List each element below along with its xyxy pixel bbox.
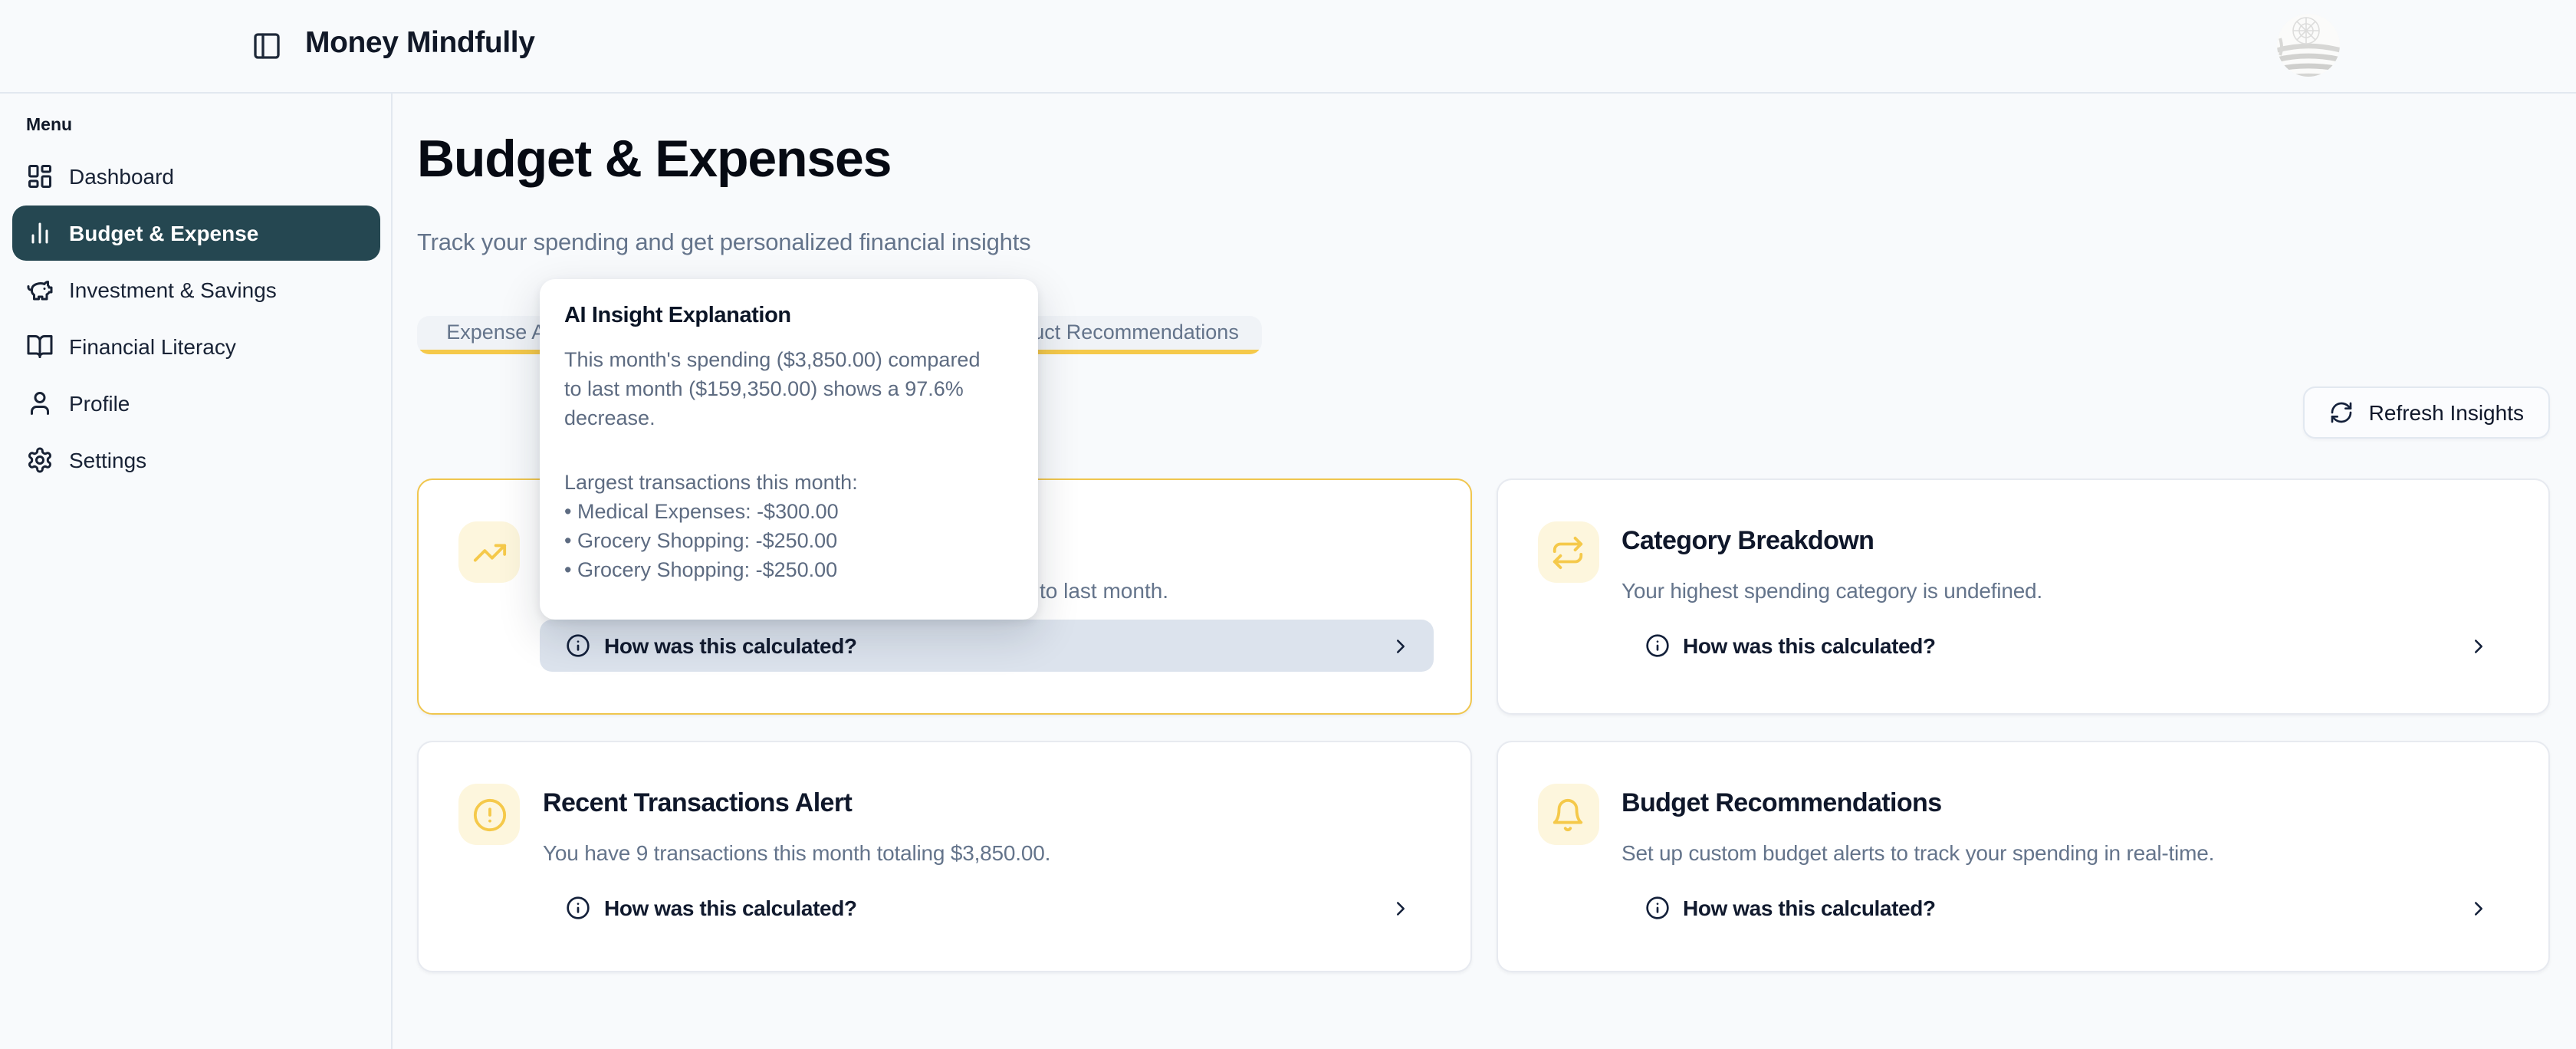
- card-title: Recent Transactions Alert: [543, 787, 1430, 820]
- card-text: Category Breakdown Your highest spending…: [1622, 524, 2509, 607]
- info-icon: [1644, 896, 1669, 920]
- sidebar-item-label: Budget & Expense: [69, 221, 258, 245]
- sidebar-item-profile[interactable]: Profile: [12, 376, 380, 431]
- user-icon: [26, 390, 54, 417]
- refresh-insights-button[interactable]: Refresh Insights: [2303, 386, 2550, 439]
- layout-dashboard-icon: [26, 163, 54, 190]
- card-description: You have 9 transactions this month total…: [543, 837, 1430, 870]
- popover-body: This month's spending ($3,850.00) compar…: [564, 345, 1014, 584]
- app-title: Money Mindfully: [305, 26, 535, 61]
- top-header: Money Mindfully: [0, 0, 2576, 94]
- sidebar-item-dashboard[interactable]: Dashboard: [12, 149, 380, 204]
- sidebar-item-label: Profile: [69, 391, 130, 416]
- alert-circle-icon: [472, 797, 507, 832]
- chevron-right-icon: [1388, 634, 1411, 657]
- piggy-bank-icon: [26, 276, 54, 304]
- book-open-icon: [26, 333, 54, 360]
- trending-up-icon: [472, 534, 507, 570]
- card-text: Recent Transactions Alert You have 9 tra…: [543, 787, 1430, 870]
- icon-tile: [1537, 521, 1598, 583]
- bell-icon: [1550, 797, 1585, 832]
- how-calculated-row[interactable]: How was this calculated?: [540, 882, 1433, 934]
- how-calculated-row[interactable]: How was this calculated?: [1618, 882, 2512, 934]
- chevron-right-icon: [2467, 634, 2490, 657]
- icon-tile: [1537, 784, 1598, 845]
- insight-card-recent-transactions: Recent Transactions Alert You have 9 tra…: [417, 741, 1471, 972]
- sidebar-item-label: Investment & Savings: [69, 278, 277, 302]
- how-calculated-label: How was this calculated?: [604, 896, 857, 920]
- sidebar-item-label: Settings: [69, 448, 146, 472]
- user-avatar[interactable]: [2277, 14, 2340, 77]
- sidebar-menu-label: Menu: [26, 117, 391, 135]
- ai-insight-popover: AI Insight Explanation This month's spen…: [540, 279, 1038, 620]
- icon-tile: [458, 521, 520, 583]
- how-calculated-label: How was this calculated?: [1683, 633, 1936, 658]
- sidebar-nav: Dashboard Budget & Expense Investment & …: [0, 149, 391, 488]
- card-title: Category Breakdown: [1622, 524, 2509, 558]
- card-description: Set up custom budget alerts to track you…: [1622, 837, 2509, 870]
- refresh-insights-label: Refresh Insights: [2369, 400, 2524, 425]
- chevron-right-icon: [2467, 896, 2490, 919]
- icon-tile: [458, 784, 520, 845]
- sidebar-item-label: Financial Literacy: [69, 334, 236, 359]
- how-calculated-row[interactable]: How was this calculated?: [540, 620, 1433, 672]
- card-description-visible-fragment: to last month.: [1040, 575, 1168, 607]
- how-calculated-label: How was this calculated?: [1683, 896, 1936, 920]
- sidebar-toggle-icon[interactable]: [251, 31, 282, 61]
- bar-chart-icon: [26, 219, 54, 247]
- info-icon: [566, 633, 590, 658]
- info-icon: [566, 896, 590, 920]
- insight-card-budget-recommendations: Budget Recommendations Set up custom bud…: [1496, 741, 2550, 972]
- popover-title: AI Insight Explanation: [564, 304, 1014, 328]
- sidebar-item-financial-literacy[interactable]: Financial Literacy: [12, 319, 380, 374]
- how-calculated-label: How was this calculated?: [604, 633, 857, 658]
- app-window: Money Mindfully: [0, 0, 2576, 1049]
- sidebar: Menu Dashboard Budget & Expense Investme…: [0, 92, 393, 1049]
- insight-card-category-breakdown: Category Breakdown Your highest spending…: [1496, 478, 2550, 715]
- sidebar-item-budget-expense[interactable]: Budget & Expense: [12, 206, 380, 261]
- card-title: Budget Recommendations: [1622, 787, 2509, 820]
- card-description: Your highest spending category is undefi…: [1622, 575, 2509, 607]
- sidebar-item-settings[interactable]: Settings: [12, 432, 380, 488]
- info-icon: [1644, 633, 1669, 658]
- sidebar-item-label: Dashboard: [69, 164, 174, 189]
- refresh-icon: [2329, 400, 2354, 425]
- gear-icon: [26, 446, 54, 474]
- page-title: Budget & Expenses: [417, 129, 2550, 190]
- card-text: Budget Recommendations Set up custom bud…: [1622, 787, 2509, 870]
- how-calculated-row[interactable]: How was this calculated?: [1618, 620, 2512, 672]
- repeat-icon: [1550, 534, 1585, 570]
- chevron-right-icon: [1388, 896, 1411, 919]
- page-subtitle: Track your spending and get personalized…: [417, 227, 2550, 261]
- sidebar-item-investment-savings[interactable]: Investment & Savings: [12, 262, 380, 317]
